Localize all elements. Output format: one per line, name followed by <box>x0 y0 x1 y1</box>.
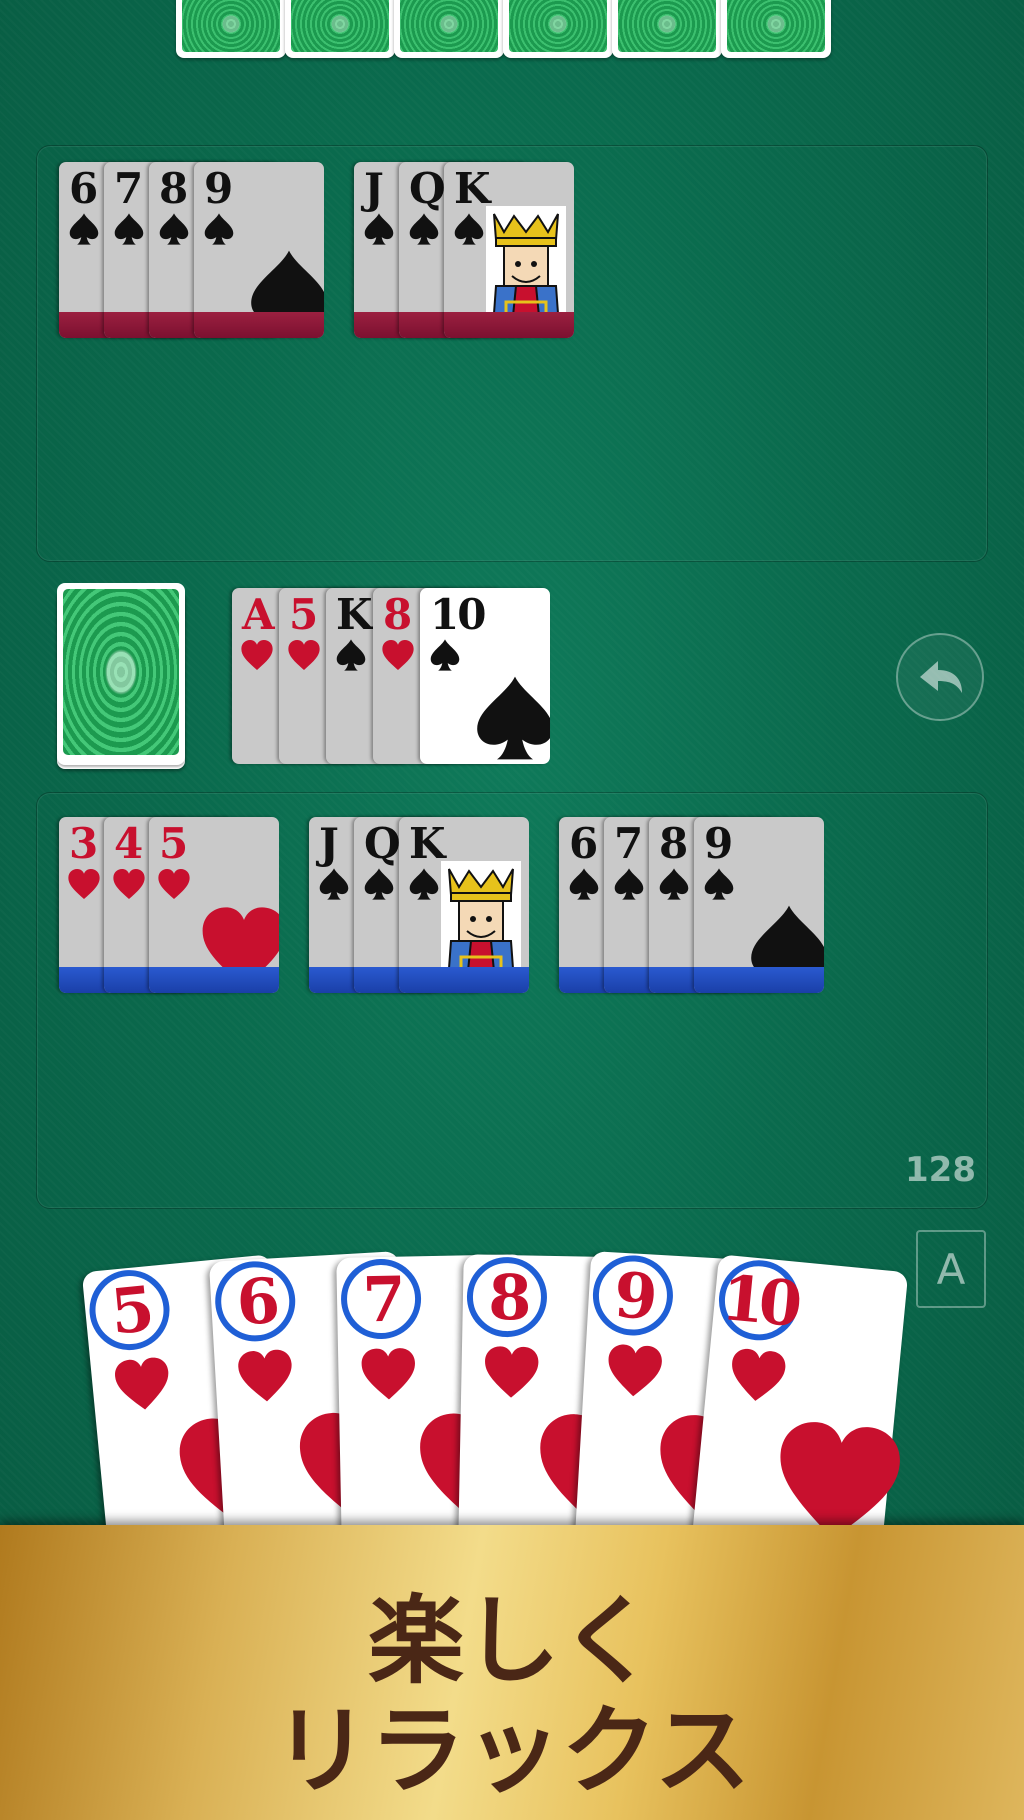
card-rank: 8 <box>659 819 688 868</box>
meld-owner-band <box>149 967 279 993</box>
heart-suit-icon <box>603 1340 666 1401</box>
card-back <box>176 0 286 58</box>
heart-suit-icon <box>287 638 321 672</box>
card-rank: K <box>409 819 445 868</box>
card-rank: 9 <box>204 164 233 213</box>
spade-suit-icon <box>612 867 646 901</box>
card-rank: 9 <box>704 819 733 868</box>
card-rank: 5 <box>159 819 188 868</box>
heart-suit-icon <box>157 867 191 901</box>
playing-card-K-spade: K <box>399 817 529 993</box>
card-rank: 6 <box>234 1263 276 1339</box>
card-back <box>503 0 613 58</box>
card-rank: 7 <box>614 819 643 868</box>
playing-card-9-spade: 9 <box>694 817 824 993</box>
card-rank: 7 <box>114 164 143 213</box>
card-rank: 5 <box>107 1271 152 1349</box>
heart-suit-icon <box>240 638 274 672</box>
card-rank: 6 <box>569 819 598 868</box>
spade-suit-icon <box>317 867 351 901</box>
stock-pile[interactable] <box>57 583 185 769</box>
meld-owner-band <box>694 967 824 993</box>
card-rank: 7 <box>361 1262 401 1336</box>
card-back <box>721 0 831 58</box>
card-rank: Q <box>364 819 401 868</box>
spade-suit-icon <box>202 212 236 246</box>
rank-highlight-circle: 10 <box>715 1256 803 1344</box>
spade-suit-icon <box>157 212 191 246</box>
card-rank: 8 <box>159 164 188 213</box>
card-back <box>612 0 722 58</box>
card-rank: J <box>364 164 384 213</box>
card-rank: K <box>336 590 372 639</box>
spade-suit-icon <box>334 638 368 672</box>
meld-owner-band <box>194 312 324 338</box>
spade-suit-icon <box>407 212 441 246</box>
spade-suit-icon <box>428 638 462 672</box>
playing-card-5-heart: 5 <box>149 817 279 993</box>
rank-highlight-circle: 6 <box>212 1259 298 1344</box>
meld-owner-band <box>444 312 574 338</box>
promo-banner: 楽しく リラックス <box>0 1525 1024 1820</box>
rank-highlight-circle: 9 <box>590 1253 676 1338</box>
spade-suit-icon <box>112 212 146 246</box>
playing-card-10-spade: 10 <box>420 588 550 764</box>
card-back <box>285 0 395 58</box>
card-rank: Q <box>409 164 446 213</box>
playing-card-9-spade: 9 <box>194 162 324 338</box>
banner-line-2: リラックス <box>273 1695 751 1807</box>
heart-suit-icon <box>481 1343 542 1402</box>
card-rank: 6 <box>69 164 98 213</box>
card-rank: A <box>242 590 275 639</box>
card-rank: K <box>454 164 490 213</box>
heart-suit-icon <box>725 1344 790 1407</box>
spade-suit-icon <box>452 212 486 246</box>
card-rank: 4 <box>114 819 143 868</box>
spade-suit-icon <box>657 867 691 901</box>
card-rank: 8 <box>487 1260 527 1334</box>
heart-suit-icon <box>358 1344 419 1403</box>
score-value: 128 <box>905 1150 976 1190</box>
card-rank: 5 <box>289 590 318 639</box>
auto-button[interactable]: A <box>916 1230 986 1308</box>
spade-suit-icon <box>67 212 101 246</box>
card-rank: J <box>319 819 339 868</box>
spade-suit-icon <box>702 867 736 901</box>
heart-suit-icon <box>234 1345 297 1406</box>
spade-suit-icon <box>567 867 601 901</box>
rank-highlight-circle: 8 <box>466 1256 548 1338</box>
card-rank: 9 <box>612 1257 654 1333</box>
rank-highlight-circle: 7 <box>340 1258 422 1340</box>
card-rank: 10 <box>718 1260 800 1341</box>
heart-suit-icon <box>112 867 146 901</box>
card-back <box>394 0 504 58</box>
meld-owner-band <box>399 967 529 993</box>
spade-suit-icon <box>362 212 396 246</box>
rank-highlight-circle: 5 <box>85 1266 174 1354</box>
spade-suit-icon <box>407 867 441 901</box>
card-rank: 3 <box>69 819 98 868</box>
heart-suit-icon <box>381 638 415 672</box>
playing-card-K-spade: K <box>444 162 574 338</box>
undo-button[interactable] <box>896 633 984 721</box>
spade-suit-icon <box>362 867 396 901</box>
heart-suit-icon <box>67 867 101 901</box>
hand-card-10-heart[interactable]: 10 <box>690 1254 909 1572</box>
card-back-pattern <box>63 589 179 755</box>
card-rank: 8 <box>383 590 412 639</box>
spade-large-icon <box>470 668 550 764</box>
card-rank: 10 <box>430 590 486 639</box>
undo-arrow-icon <box>920 661 962 693</box>
heart-suit-icon <box>110 1352 175 1415</box>
